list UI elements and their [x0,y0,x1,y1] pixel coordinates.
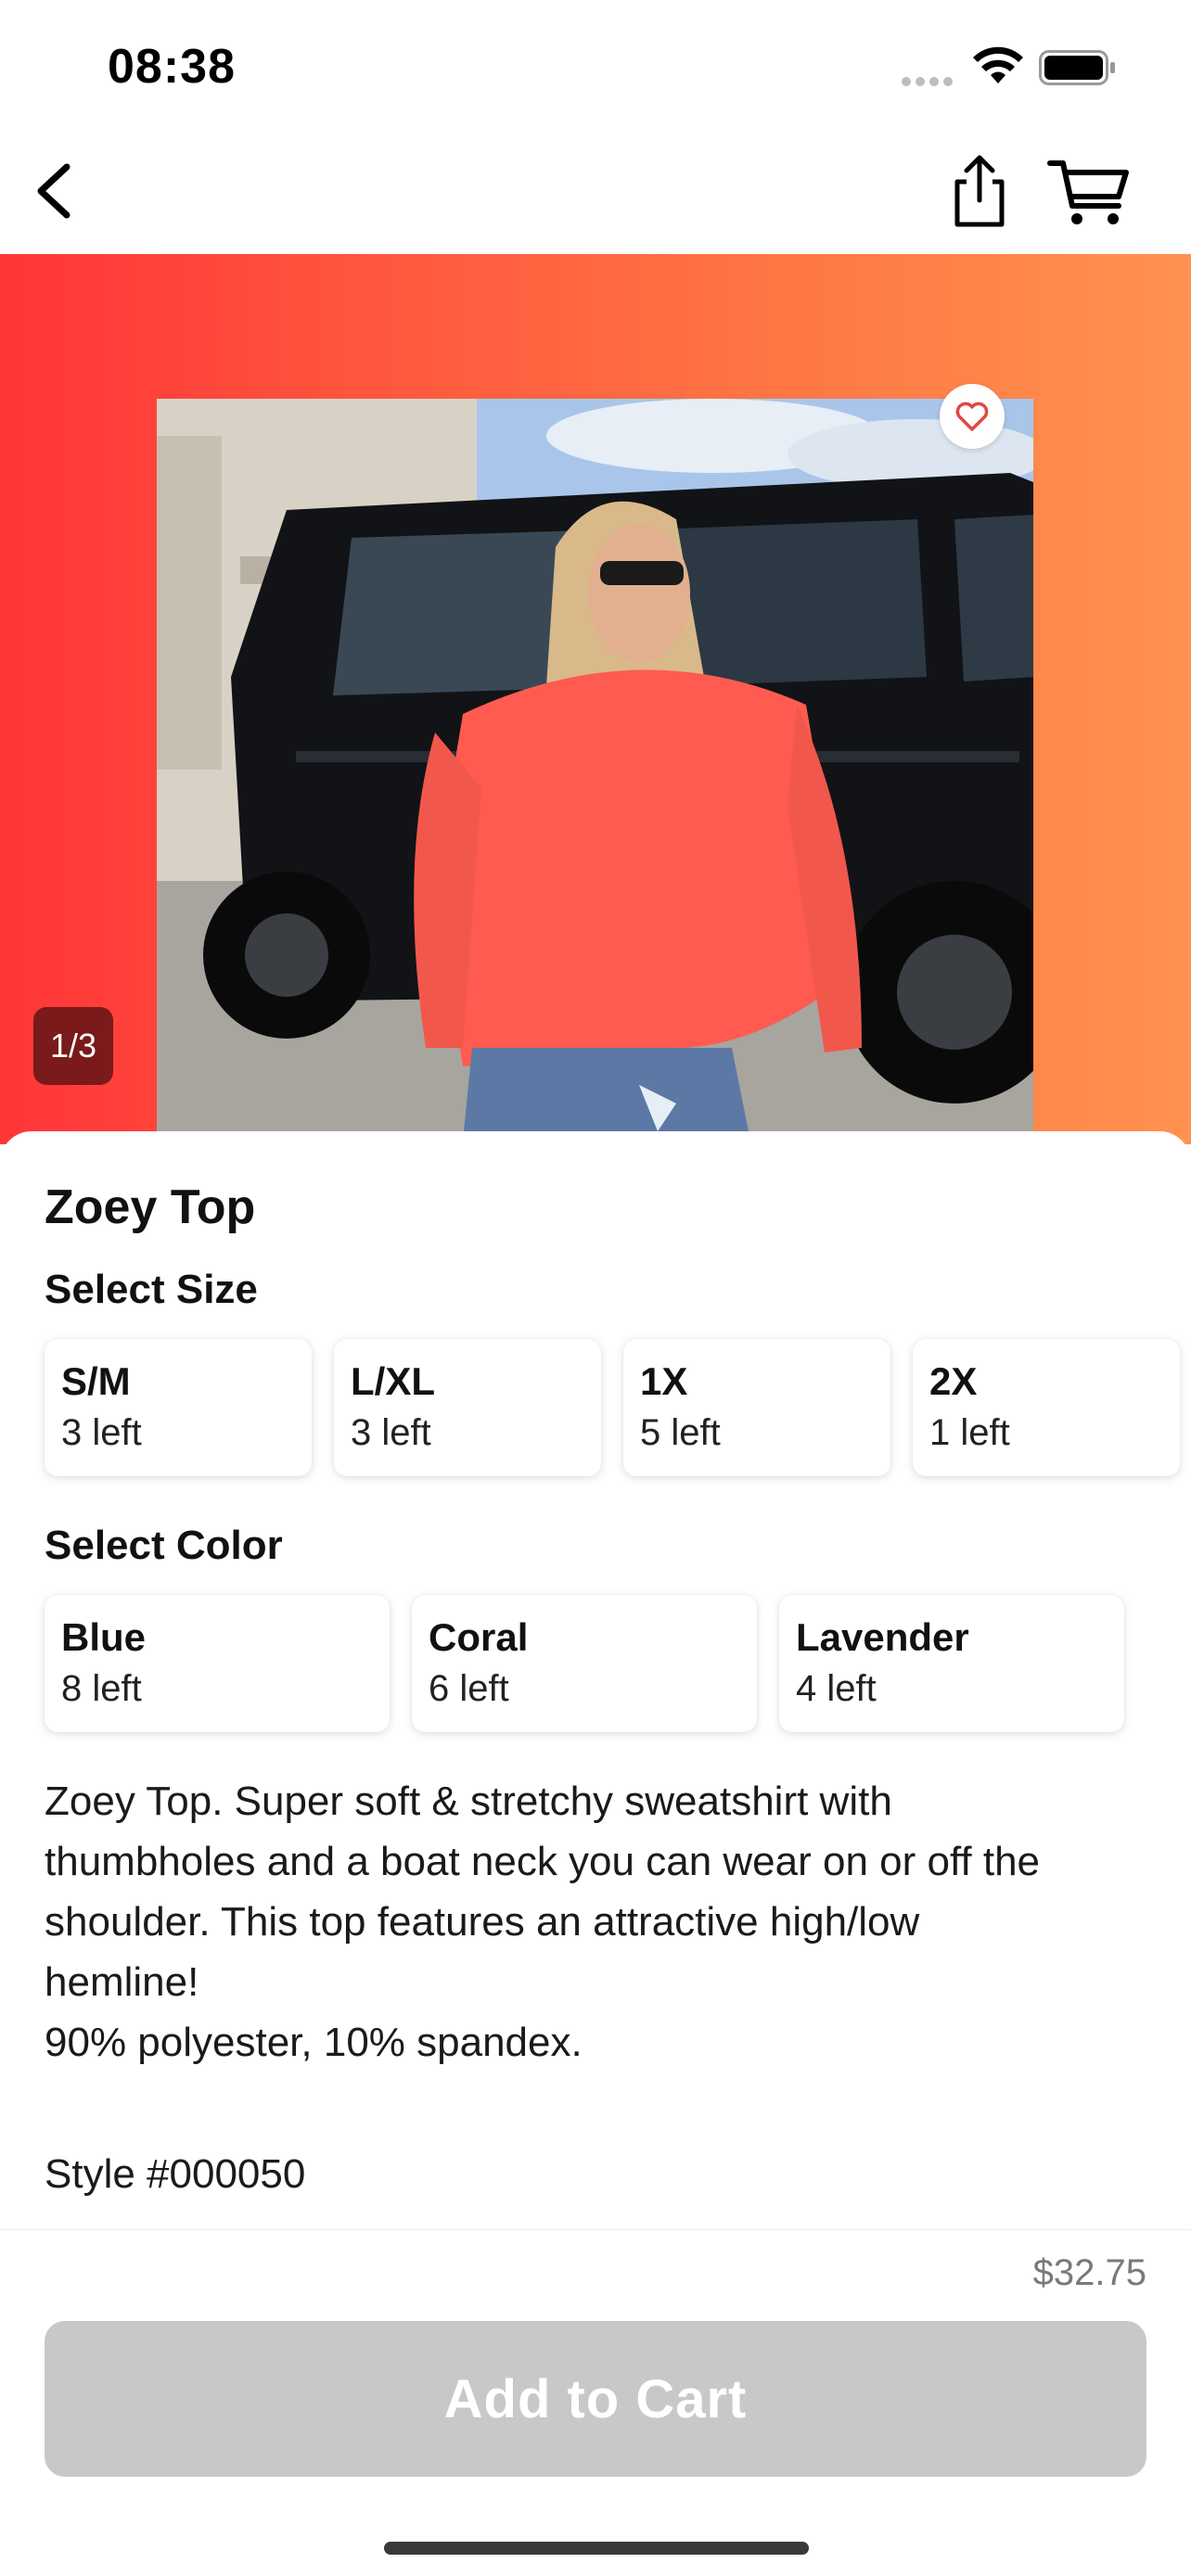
size-name: S/M [61,1359,131,1403]
color-name: Lavender [796,1615,969,1659]
add-to-cart-button[interactable]: Add to Cart [45,2321,1146,2477]
select-size-label: Select Size [45,1267,258,1312]
size-stock: 3 left [351,1412,431,1453]
cellular-signal-icon [902,74,957,86]
product-description: Zoey Top. Super soft & stretchy sweatshi… [45,1779,1041,2065]
navigation-bar [0,130,1191,254]
size-name: L/XL [351,1359,435,1403]
size-option-s-m[interactable]: S/M 3 left [45,1339,312,1476]
home-indicator[interactable] [384,2542,809,2555]
color-option-lavender[interactable]: Lavender 4 left [779,1595,1124,1732]
product-title: Zoey Top [45,1180,256,1234]
product-image-gallery[interactable]: 1/3 [0,254,1191,1144]
product-photo[interactable] [157,399,1033,1141]
image-counter: 1/3 [33,1007,113,1085]
color-stock: 8 left [61,1668,142,1709]
color-name: Blue [61,1615,147,1659]
battery-icon [1039,50,1115,85]
status-time: 08:38 [108,40,236,94]
size-option-1x[interactable]: 1X 5 left [623,1339,890,1476]
color-option-blue[interactable]: Blue 8 left [45,1595,390,1732]
heart-icon [955,402,989,431]
favorite-button[interactable] [940,384,1005,449]
product-detail-screen: 08:38 1/3 Zoey Top Select Size S/M 3 lef… [0,0,1191,2576]
product-price: $32.75 [1032,2252,1146,2293]
size-name: 1X [640,1359,688,1403]
product-details-sheet: Zoey Top Select Size S/M 3 left L/XL 3 l… [0,1131,1191,2244]
size-stock: 1 left [929,1412,1010,1453]
size-stock: 3 left [61,1412,142,1453]
size-stock: 5 left [640,1412,721,1453]
wifi-icon [973,46,1023,83]
select-color-label: Select Color [45,1523,283,1568]
style-number: Style #000050 [45,2151,306,2197]
share-icon[interactable] [946,152,1013,230]
cart-icon[interactable] [1046,158,1132,228]
chevron-left-icon[interactable] [28,158,83,224]
size-option-2x[interactable]: 2X 1 left [913,1339,1180,1476]
color-stock: 6 left [429,1668,509,1709]
size-option-l-xl[interactable]: L/XL 3 left [334,1339,601,1476]
purchase-bar: $32.75 Add to Cart [0,2229,1191,2576]
color-option-coral[interactable]: Coral 6 left [412,1595,757,1732]
color-stock: 4 left [796,1668,877,1709]
color-name: Coral [429,1615,529,1659]
size-name: 2X [929,1359,978,1403]
status-bar: 08:38 [0,0,1191,130]
